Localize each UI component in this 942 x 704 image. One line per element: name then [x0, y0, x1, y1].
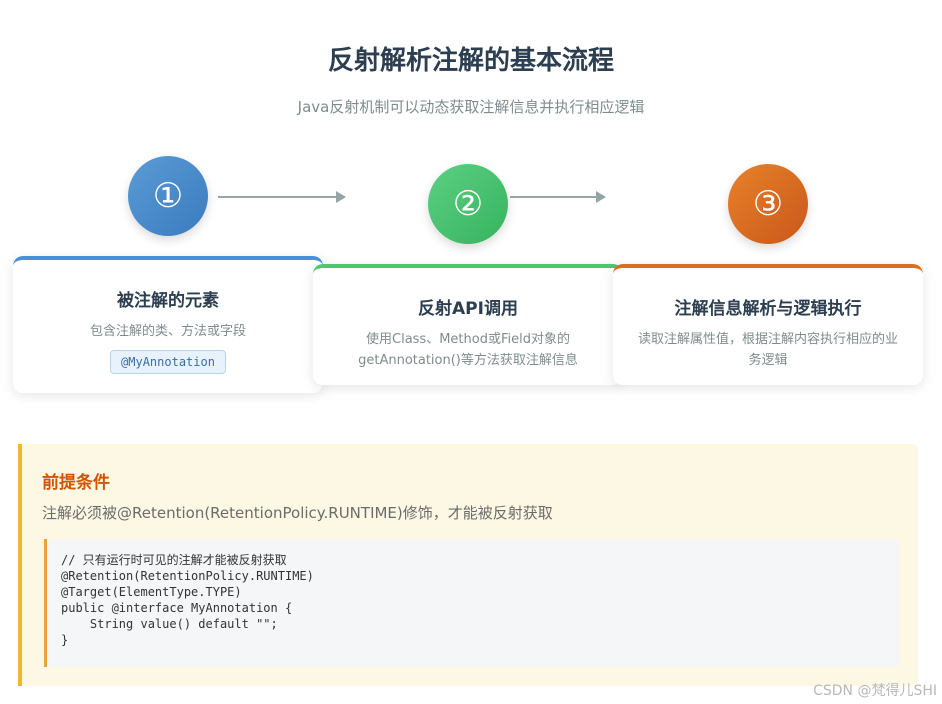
- step-card-annotated-element: 被注解的元素 包含注解的类、方法或字段 @MyAnnotation: [13, 256, 323, 393]
- step-1-number-icon: ①: [128, 156, 208, 236]
- prerequisite-title: 前提条件: [42, 473, 110, 493]
- step-3-number-icon: ③: [728, 164, 808, 244]
- page-title: 反射解析注解的基本流程: [327, 46, 614, 76]
- step-card-title: 注解信息解析与逻辑执行: [674, 299, 862, 319]
- code-block: // 只有运行时可见的注解才能被反射获取 @Retention(Retentio…: [44, 539, 900, 667]
- step-card-title: 反射API调用: [418, 299, 518, 319]
- prerequisite-box: 前提条件 注解必须被@Retention(RetentionPolicy.RUN…: [18, 444, 918, 686]
- arrow-right-icon: [218, 191, 346, 203]
- step-2-number-icon: ②: [428, 164, 508, 244]
- prerequisite-text: 注解必须被@Retention(RetentionPolicy.RUNTIME)…: [42, 504, 553, 522]
- page-subtitle: Java反射机制可以动态获取注解信息并执行相应逻辑: [297, 98, 645, 116]
- step-card-description: 使用Class、Method或Field对象的getAnnotation()等方…: [358, 332, 578, 368]
- watermark: CSDN @梵得儿SHI: [813, 683, 937, 699]
- step-card-description: 读取注解属性值，根据注解内容执行相应的业务逻辑: [637, 332, 898, 368]
- step-card-description: 包含注解的类、方法或字段: [89, 324, 246, 339]
- arrow-right-icon: [510, 191, 606, 203]
- step-card-reflection-api: 反射API调用 使用Class、Method或Field对象的getAnnota…: [313, 264, 623, 385]
- step-card-logic-execution: 注解信息解析与逻辑执行 读取注解属性值，根据注解内容执行相应的业务逻辑: [613, 264, 923, 385]
- step-card-title: 被注解的元素: [117, 291, 219, 311]
- annotation-tag: @MyAnnotation: [110, 350, 226, 374]
